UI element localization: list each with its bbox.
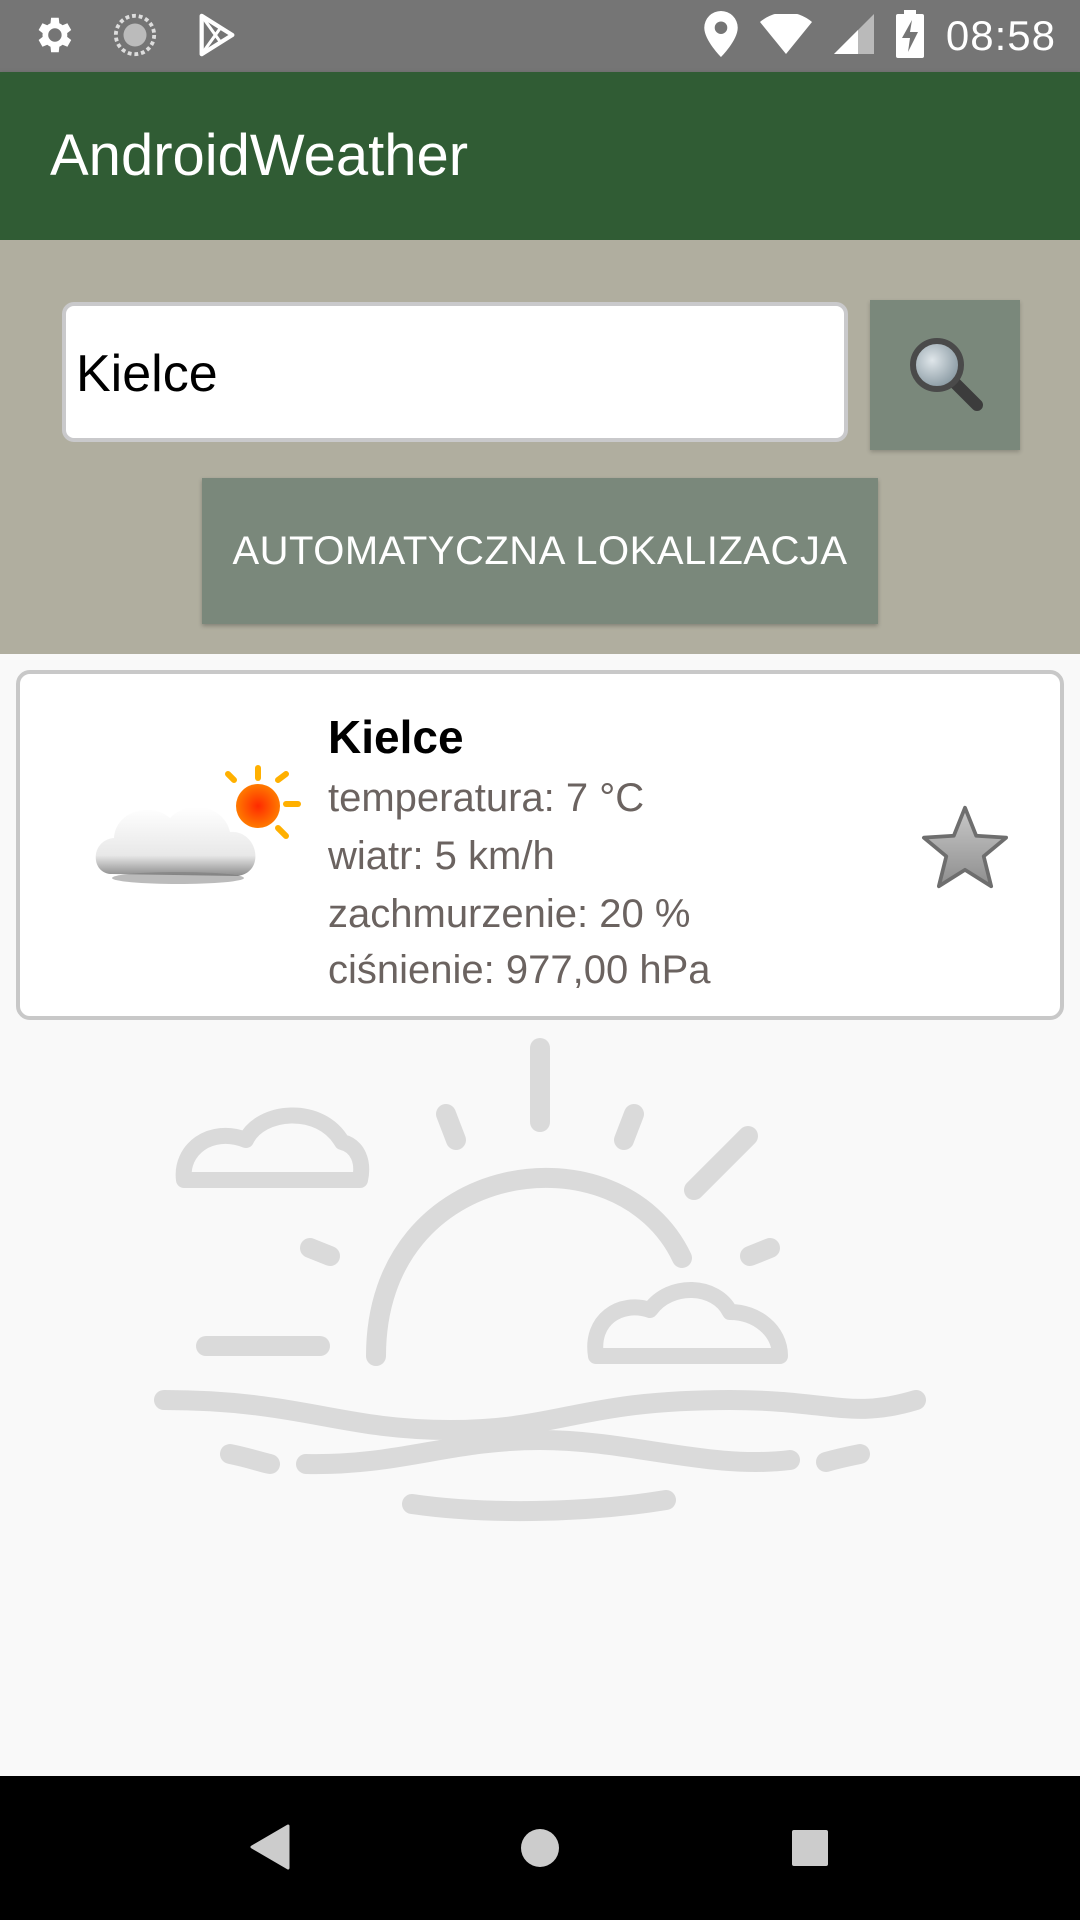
navigation-bar — [0, 1776, 1080, 1920]
wind-text: wiatr: 5 km/h — [328, 834, 555, 878]
battery-charging-icon — [895, 10, 924, 62]
play-store-icon — [194, 12, 240, 62]
signal-icon — [833, 14, 874, 58]
wifi-icon — [759, 12, 812, 58]
auto-location-button[interactable]: AUTOMATYCZNA LOKALIZACJA — [202, 478, 878, 624]
app-title: AndroidWeather — [50, 123, 469, 188]
sunset-illustration — [150, 1030, 930, 1550]
search-panel: Kielce AUTOMATYCZNA LOKALIZACJA — [0, 240, 1080, 654]
status-bar: 08:58 — [0, 0, 1080, 72]
gear-icon — [30, 12, 76, 62]
sync-icon — [112, 12, 158, 62]
app-bar: AndroidWeather — [0, 72, 1080, 240]
location-icon — [704, 11, 738, 61]
star-icon[interactable] — [920, 804, 1010, 890]
city-name: Kielce — [328, 711, 464, 763]
city-search-input[interactable]: Kielce — [62, 302, 848, 442]
recents-icon[interactable] — [792, 1830, 828, 1870]
back-icon[interactable] — [248, 1824, 290, 1874]
home-icon[interactable] — [520, 1828, 560, 1872]
pressure-text: ciśnienie: 977,00 hPa — [328, 948, 711, 992]
weather-card[interactable]: Kielce temperatura: 7 °C wiatr: 5 km/h z… — [16, 670, 1064, 1020]
clouds-text: zachmurzenie: 20 % — [328, 892, 691, 936]
search-button[interactable] — [870, 300, 1020, 450]
temperature-text: temperatura: 7 °C — [328, 776, 645, 820]
search-icon — [905, 333, 985, 417]
clock-time: 08:58 — [945, 12, 1056, 59]
partly-cloudy-icon — [90, 764, 320, 914]
